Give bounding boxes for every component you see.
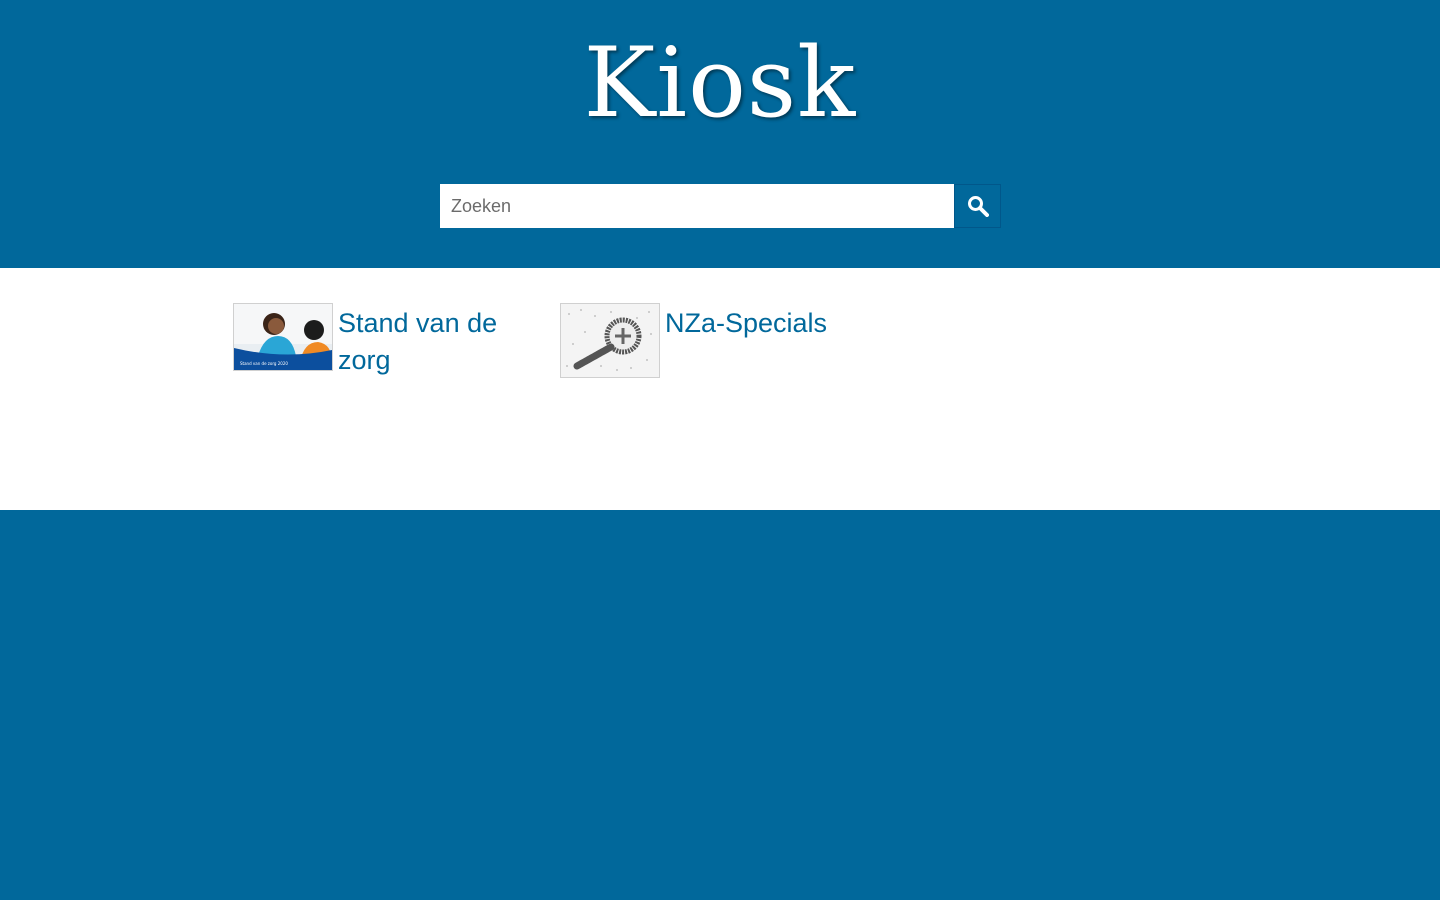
search-form	[440, 184, 1001, 228]
tile-stand-van-de-zorg[interactable]: Stand van de zorg 2020 Stand van de zorg	[233, 303, 533, 383]
content-area: Stand van de zorg 2020 Stand van de zorg	[0, 268, 1440, 510]
search-icon	[967, 196, 989, 217]
search-input[interactable]	[440, 184, 954, 228]
search-button[interactable]	[954, 184, 1001, 228]
site-footer	[0, 510, 1440, 900]
nza-specials-thumbnail	[560, 303, 660, 378]
thumbnail-caption: Stand van de zorg 2020	[240, 361, 288, 366]
magnifier-plus-icon	[561, 304, 659, 377]
tile-label: NZa-Specials	[665, 308, 828, 338]
stand-van-de-zorg-thumbnail: Stand van de zorg 2020	[233, 303, 333, 371]
tile-label: Stand van de zorg	[338, 308, 498, 375]
tile-nza-specials[interactable]: NZa-Specials	[560, 303, 860, 383]
site-header: Kiosk	[0, 0, 1440, 268]
care-workers-image: Stand van de zorg 2020	[234, 304, 332, 370]
site-title: Kiosk	[583, 27, 857, 139]
